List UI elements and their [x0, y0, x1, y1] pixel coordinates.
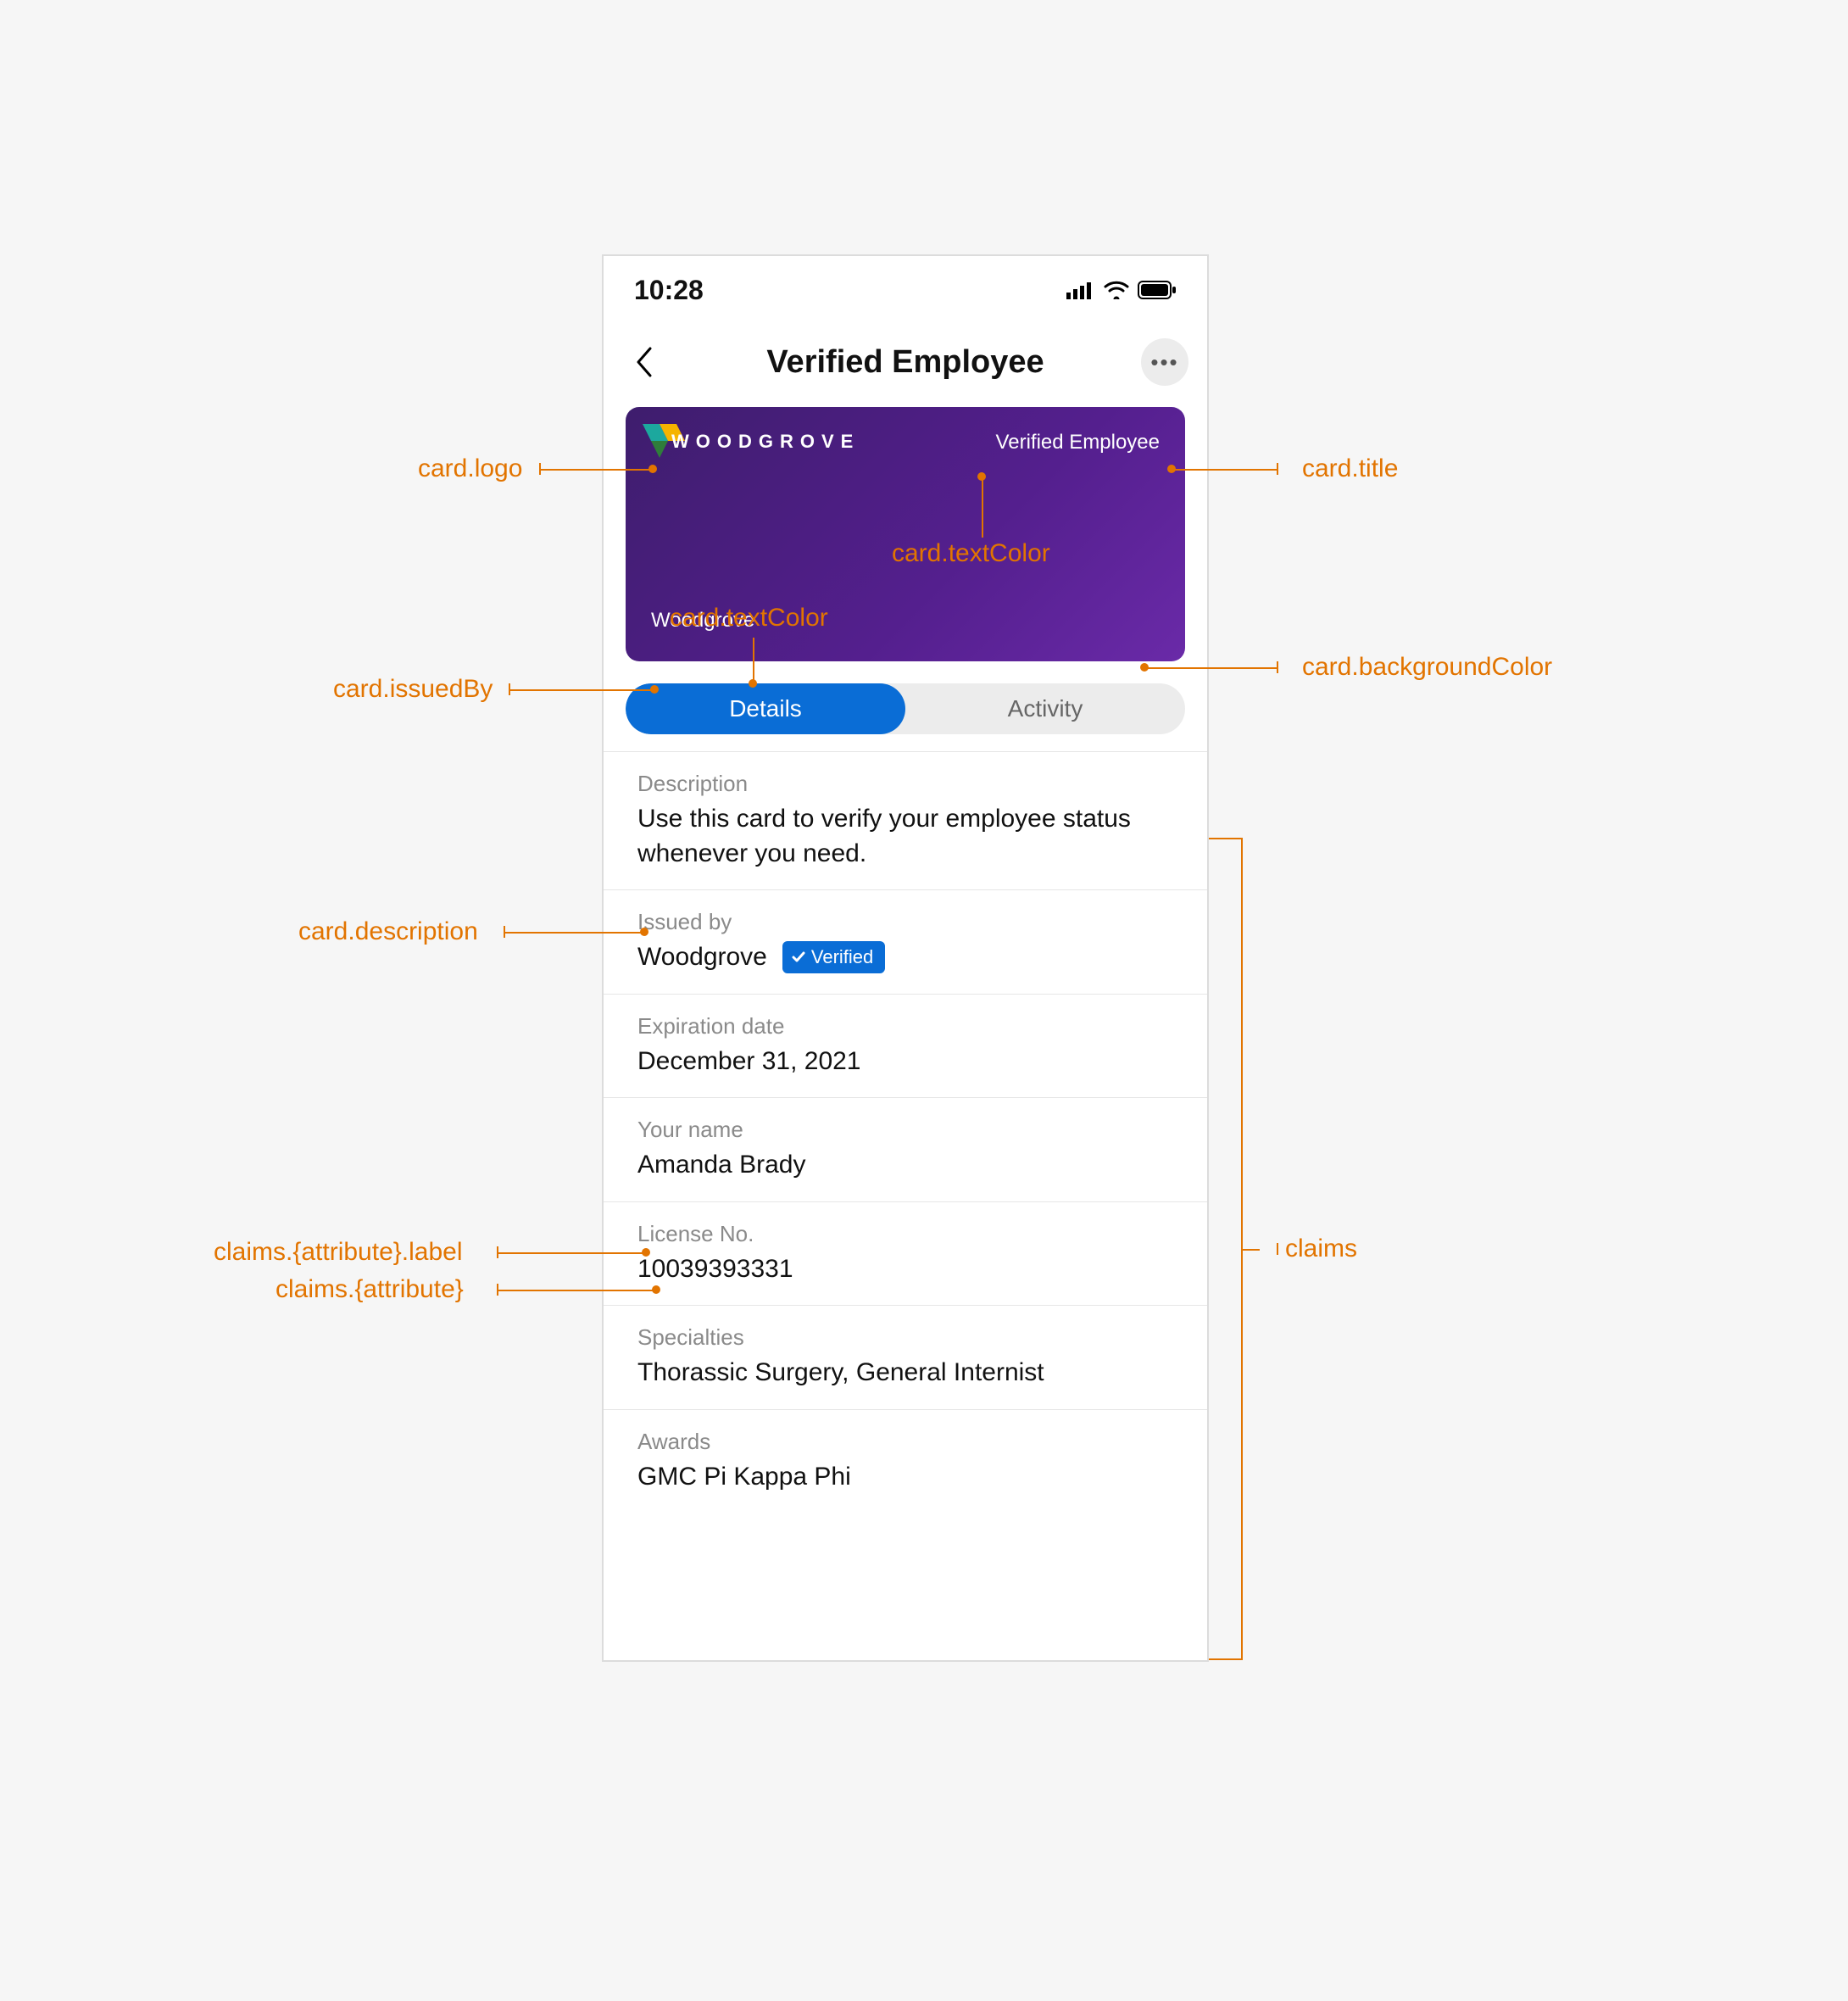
verified-badge: Verified [782, 941, 885, 973]
chevron-left-icon [635, 347, 654, 377]
tab-details[interactable]: Details [626, 683, 905, 734]
annotation-line [497, 1252, 646, 1254]
value-awards: GMC Pi Kappa Phi [637, 1460, 1173, 1495]
annotation-card-title: card.title [1302, 454, 1398, 483]
label-license: License No. [637, 1221, 1173, 1247]
annotation-dot [977, 472, 986, 481]
nav-bar: Verified Employee ••• [604, 324, 1207, 400]
annotation-card-logo: card.logo [418, 454, 522, 483]
phone-frame: 10:28 Verified Employee ••• WOODGROVE [602, 254, 1209, 1662]
annotation-line [504, 932, 644, 934]
value-issued-by: Woodgrove Verified [637, 940, 1173, 975]
verified-text: Verified [811, 945, 873, 970]
annotation-claims: claims [1285, 1235, 1357, 1263]
value-description: Use this card to verify your employee st… [637, 802, 1173, 871]
annotation-claims-attribute: claims.{attribute} [276, 1275, 464, 1304]
annotation-dot [640, 928, 648, 936]
row-description: Description Use this card to verify your… [604, 752, 1207, 890]
annotation-line [1277, 661, 1278, 673]
annotation-card-backgroundcolor: card.backgroundColor [1302, 653, 1552, 682]
row-expiration: Expiration date December 31, 2021 [604, 995, 1207, 1099]
label-description: Description [637, 771, 1173, 797]
cellular-icon [1066, 281, 1095, 299]
annotation-line [1277, 463, 1278, 475]
check-icon [791, 950, 806, 965]
ellipsis-icon: ••• [1150, 349, 1178, 376]
row-awards: Awards GMC Pi Kappa Phi [604, 1410, 1207, 1513]
status-bar: 10:28 [604, 256, 1207, 324]
annotation-line [753, 638, 754, 683]
label-expiration: Expiration date [637, 1013, 1173, 1040]
annotation-card-textcolor-top: card.textColor [892, 539, 1050, 568]
annotation-claims-attribute-label: claims.{attribute}.label [214, 1238, 463, 1267]
value-specialties: Thorassic Surgery, General Internist [637, 1356, 1173, 1391]
annotation-dot [749, 679, 757, 688]
annotation-card-textcolor-bottom: card.textColor [670, 604, 828, 633]
annotation-line [539, 469, 653, 471]
annotation-line [1243, 1249, 1260, 1251]
diagram-canvas: 10:28 Verified Employee ••• WOODGROVE [0, 0, 1848, 2001]
back-button[interactable] [627, 345, 661, 379]
row-issued-by: Issued by Woodgrove Verified [604, 890, 1207, 995]
battery-icon [1138, 281, 1177, 299]
annotation-card-description: card.description [298, 917, 478, 946]
segmented-control: Details Activity [626, 683, 1185, 734]
status-indicators [1066, 281, 1177, 299]
label-issued-by: Issued by [637, 909, 1173, 935]
annotation-line [509, 689, 654, 691]
annotation-dot [650, 685, 659, 694]
annotation-dot [1167, 465, 1176, 473]
value-license: 10039393331 [637, 1252, 1173, 1287]
label-name: Your name [637, 1117, 1173, 1143]
annotation-dot [648, 465, 657, 473]
label-specialties: Specialties [637, 1324, 1173, 1351]
clock: 10:28 [634, 275, 704, 306]
details-list: Description Use this card to verify your… [604, 751, 1207, 1513]
value-name: Amanda Brady [637, 1148, 1173, 1183]
row-specialties: Specialties Thorassic Surgery, General I… [604, 1306, 1207, 1410]
annotation-line [982, 477, 983, 538]
issuer-name: Woodgrove [637, 940, 767, 975]
annotation-line [1172, 469, 1277, 471]
card-title: Verified Employee [996, 431, 1160, 454]
annotation-line [1144, 667, 1277, 669]
more-button[interactable]: ••• [1141, 338, 1188, 386]
row-name: Your name Amanda Brady [604, 1098, 1207, 1202]
value-expiration: December 31, 2021 [637, 1045, 1173, 1079]
tab-activity[interactable]: Activity [905, 683, 1185, 734]
annotation-dot [642, 1248, 650, 1257]
page-title: Verified Employee [766, 344, 1044, 381]
annotation-line [497, 1290, 656, 1291]
annotation-card-issuedby: card.issuedBy [333, 675, 493, 704]
annotation-dot [1140, 663, 1149, 672]
annotation-claims-bracket [1209, 838, 1243, 1660]
annotation-dot [652, 1285, 660, 1294]
card-brand: WOODGROVE [671, 431, 860, 453]
wifi-icon [1104, 281, 1129, 299]
label-awards: Awards [637, 1429, 1173, 1455]
annotation-line [1277, 1243, 1278, 1255]
row-license: License No. 10039393331 [604, 1202, 1207, 1307]
